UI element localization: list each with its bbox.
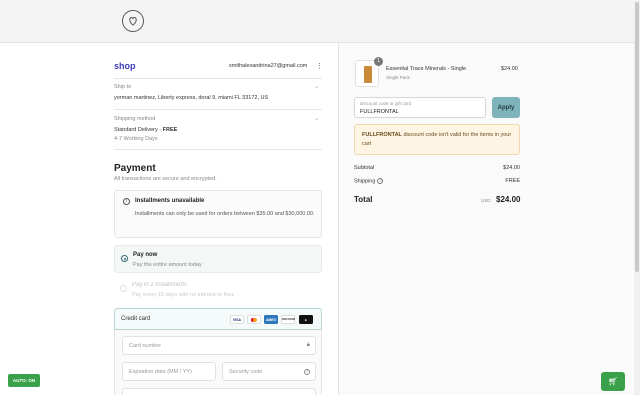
discount-warning: FULLFRONTAL discount code isn't valid fo… — [354, 124, 520, 155]
cart-icon[interactable]: 🛒︎ — [601, 372, 625, 391]
divider — [114, 109, 322, 110]
apply-button[interactable]: Apply — [492, 97, 520, 118]
product-price: $24.00 — [501, 66, 518, 72]
expiry-field[interactable] — [122, 362, 216, 381]
auto-badge[interactable]: AUTO: ON — [8, 374, 40, 387]
product-variant: Single Pack — [386, 75, 410, 80]
installments-title: Installments unavailable — [135, 198, 205, 204]
security-code-input[interactable] — [223, 363, 315, 380]
pay-now-subtitle: Pay the entire amount today — [133, 262, 202, 268]
discount-code-field[interactable]: Discount code or gift card FULLFRONTAL — [354, 97, 486, 118]
subtotal-value: $24.00 — [503, 165, 520, 171]
discover-icon: DISCOVER — [281, 315, 295, 324]
chevron-down-icon[interactable]: ⌄ — [314, 83, 319, 90]
installments-text: Installments can only be used for orders… — [135, 211, 315, 217]
lock-icon: 🔒︎ — [306, 342, 310, 348]
scrollbar[interactable] — [634, 0, 640, 395]
scrollbar-thumb[interactable] — [635, 2, 639, 272]
pay-now-title: Pay now — [133, 252, 158, 258]
header — [0, 0, 640, 43]
shipping-method-separator: · — [159, 127, 162, 133]
order-summary-column: 1 Essential Trace Minerals - Single Sing… — [338, 43, 640, 395]
shipping-method-label: Shipping method — [114, 116, 156, 122]
expiry-input[interactable] — [123, 363, 215, 380]
divider — [114, 78, 322, 79]
credit-card-label: Credit card — [121, 316, 151, 322]
info-icon: i — [123, 198, 130, 205]
discount-code-label: Discount code or gift card — [360, 101, 412, 106]
more-cards-icon: ▸ — [299, 315, 313, 324]
ship-to-address: yorman martinez, Liberty express, doral … — [114, 95, 269, 101]
quantity-badge: 1 — [374, 57, 383, 66]
pay-later-option[interactable]: Pay in 2 installments Pay every 15 days … — [114, 276, 322, 304]
pay-later-title: Pay in 2 installments — [132, 282, 188, 288]
mastercard-icon — [247, 315, 261, 324]
payment-title: Payment — [114, 163, 156, 174]
shipping-value: FREE — [505, 178, 520, 184]
name-on-card-field[interactable] — [122, 388, 316, 395]
more-vertical-icon[interactable]: ⋮ — [316, 62, 323, 70]
visa-icon: VISA — [230, 315, 244, 324]
card-number-field[interactable]: 🔒︎ — [122, 336, 316, 355]
chevron-down-icon[interactable]: ⌄ — [314, 115, 319, 122]
payment-subtitle: All transactions are secure and encrypte… — [114, 176, 217, 182]
pay-now-option[interactable]: Pay now Pay the entire amount today — [114, 245, 322, 273]
store-logo[interactable] — [122, 10, 144, 32]
logo-icon — [129, 16, 137, 26]
product-name: Essential Trace Minerals - Single — [386, 66, 467, 72]
shipping-label: Shipping — [354, 178, 376, 185]
help-icon[interactable]: ? — [377, 178, 384, 184]
shipping-method-value: Standard Delivery · FREE — [114, 127, 177, 133]
product-image — [364, 66, 372, 83]
name-on-card-input[interactable] — [123, 389, 315, 395]
shop-name[interactable]: shop — [114, 61, 136, 71]
pay-later-radio[interactable] — [120, 285, 127, 292]
discount-code-input[interactable]: FULLFRONTAL — [360, 109, 399, 115]
subtotal-label: Subtotal — [354, 165, 375, 171]
pay-later-subtitle: Pay every 15 days with no interest or fe… — [132, 292, 235, 298]
pay-now-radio[interactable] — [121, 255, 128, 262]
amex-icon: AMEX — [264, 315, 278, 324]
shipping-method-name: Standard Delivery — [114, 127, 158, 133]
total-currency: USD — [481, 198, 491, 203]
shipping-row: Shipping? — [354, 178, 384, 185]
divider — [114, 149, 322, 150]
ship-to-label: Ship to — [114, 84, 132, 90]
installments-notice: i Installments unavailable Installments … — [114, 190, 322, 238]
credit-card-form: 🔒︎ ? — [114, 330, 322, 395]
total-value: $24.00 — [496, 195, 521, 204]
total-label: Total — [354, 195, 373, 204]
help-icon[interactable]: ? — [304, 369, 310, 375]
credit-card-header[interactable]: Credit card VISA AMEX DISCOVER ▸ — [114, 308, 322, 330]
security-code-field[interactable]: ? — [222, 362, 316, 381]
shipping-method-price: FREE — [162, 127, 178, 133]
shipping-eta: 4-7 Working Days — [114, 136, 158, 142]
card-number-input[interactable] — [123, 337, 315, 354]
account-email: smithalexandrina27@gmail.com — [229, 63, 308, 69]
discount-warning-text: FULLFRONTAL discount code isn't valid fo… — [362, 131, 517, 149]
checkout-form-column: shop smithalexandrina27@gmail.com ⋮ Ship… — [0, 43, 338, 395]
warning-code: FULLFRONTAL — [362, 132, 402, 138]
